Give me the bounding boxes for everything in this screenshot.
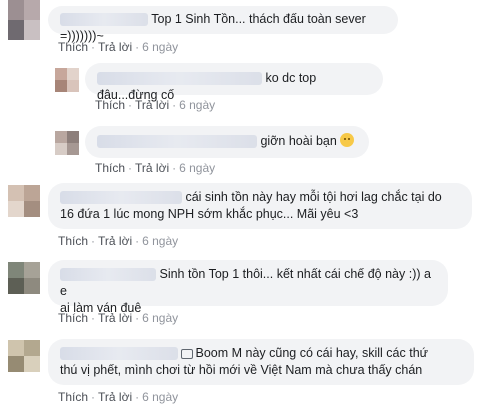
reply-link[interactable]: Trả lời [98,40,132,54]
thinking-face-icon [340,133,355,147]
like-link[interactable]: Thích [95,98,125,112]
reply-link[interactable]: Trả lời [135,161,169,175]
comment-actions: Thích · Trả lời · 6 ngày [95,161,216,175]
comment-actions: Thích · Trả lời · 6 ngày [58,234,179,248]
timestamp[interactable]: 6 ngày [142,390,178,404]
commenter-name[interactable] [60,191,182,205]
like-link[interactable]: Thích [58,234,88,248]
chat-icon [181,348,194,359]
avatar[interactable] [8,340,40,372]
reply-bubble: giỡn hoài bạn [85,126,369,158]
commenter-name[interactable] [60,347,178,361]
comment-bubble: Boom M này cũng có cái hay, skill các th… [48,339,474,385]
avatar[interactable] [55,68,79,92]
comment-text: giỡn hoài bạn [260,134,337,148]
comment-bubble: Top 1 Sinh Tồn... thách đấu toàn sever =… [48,6,398,43]
timestamp[interactable]: 6 ngày [142,234,178,248]
commenter-name[interactable] [97,135,257,149]
comment-text-line1: Boom M này cũng có cái hay, skill các th… [195,346,429,360]
commenter-name[interactable] [60,13,148,27]
reply-link[interactable]: Trả lời [98,390,132,404]
commenter-name[interactable] [60,268,156,282]
reply-link[interactable]: Trả lời [98,234,132,248]
reply-bubble: ko dc top đâu...đừng cố [85,63,383,102]
reply-link[interactable]: Trả lời [98,311,132,325]
comment-text-line2: 16 đứa 1 lúc mong NPH sớm khắc phục... M… [60,207,359,221]
reply-link[interactable]: Trả lời [135,98,169,112]
avatar[interactable] [55,131,79,155]
timestamp[interactable]: 6 ngày [179,98,215,112]
comment-actions: Thích · Trả lời · 6 ngày [58,390,179,404]
comment-bubble: Sinh tồn Top 1 thôi... kết nhất cái chế … [48,260,448,315]
comment-bubble: cái sinh tồn này hay mỗi tội hơi lag chắ… [48,183,472,229]
timestamp[interactable]: 6 ngày [179,161,215,175]
like-link[interactable]: Thích [58,40,88,54]
like-link[interactable]: Thích [58,311,88,325]
comment-actions: Thích · Trả lời · 6 ngày [95,98,216,112]
avatar[interactable] [8,0,40,40]
commenter-name[interactable] [97,72,262,86]
avatar[interactable] [8,185,40,217]
like-link[interactable]: Thích [95,161,125,175]
comment-text-line1: cái sinh tồn này hay mỗi tội hơi lag chắ… [185,190,442,204]
comment-actions: Thích · Trả lời · 6 ngày [58,40,179,54]
comment-text-line2: thú vị phết, mình chơi từ hồi mới về Việ… [60,363,423,377]
comment-actions: Thích · Trả lời · 6 ngày [58,311,179,325]
avatar[interactable] [8,262,40,294]
timestamp[interactable]: 6 ngày [142,311,178,325]
like-link[interactable]: Thích [58,390,88,404]
timestamp[interactable]: 6 ngày [142,40,178,54]
